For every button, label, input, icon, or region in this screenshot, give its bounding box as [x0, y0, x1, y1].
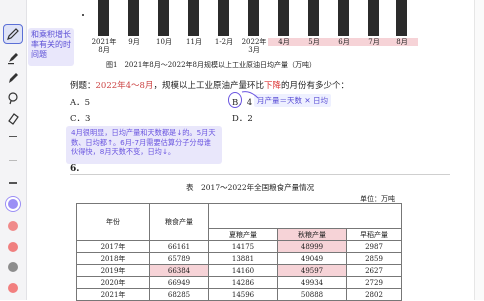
table-cell: 68285: [149, 288, 209, 301]
divider: [70, 174, 450, 175]
x-axis-label: 9月: [128, 38, 140, 46]
table-cell: 2017年: [76, 240, 150, 253]
chart-bar: [188, 0, 199, 36]
table-row: 2017年 66161 14175 48999 2987: [76, 240, 402, 253]
chart-bar: [218, 0, 229, 36]
table-row: 2021年 68285 14596 50888 2802: [76, 288, 402, 301]
annotation-toolbar: [0, 0, 27, 300]
x-axis-label: 5月: [298, 38, 330, 46]
color-swatch-gray[interactable]: [8, 262, 18, 272]
divider: [9, 136, 17, 137]
x-axis-label: 8月: [386, 38, 418, 46]
x-axis-label: 2021年 8月: [91, 38, 117, 54]
scrollbar[interactable]: [474, 0, 484, 300]
x-axis-label: 2022年 3月: [241, 38, 267, 54]
chart-bar: [158, 0, 169, 36]
header-summer: 夏粮产量: [208, 228, 278, 241]
question-prefix: 例题：: [70, 81, 96, 91]
table-cell: 14175: [208, 240, 278, 253]
chart-bar: [396, 0, 407, 36]
axis-tick: [82, 14, 84, 16]
chart-x-axis: 2021年 8月 9月 10月 11月 1-2月 2022年 3月 4月 5月 6月 7月 8月: [86, 38, 418, 58]
chart-bar: [248, 0, 259, 36]
question-text: 例题：2022年4～8月，规模以上工业原油产量环比下降的月份有多少个：: [70, 79, 349, 91]
formula-annotation: 月产量＝天数 ✕ 日均: [254, 94, 332, 107]
bar-chart: [86, 0, 407, 36]
x-axis-label: 4月: [268, 38, 300, 46]
table-cell: 66384: [149, 264, 209, 277]
table-cell: 65789: [149, 252, 209, 265]
table-cell: 2859: [346, 252, 402, 265]
grain-table: 年份 粮食产量 夏粮产量 秋粮产量 早稻产量 2017年 66161 14175 48…: [76, 203, 402, 301]
table-cell: 2018年: [76, 252, 150, 265]
pen-tool-icon[interactable]: [3, 24, 23, 44]
option-a[interactable]: A．5: [70, 96, 90, 108]
section-number: 6.: [70, 164, 80, 174]
eraser-tool-icon[interactable]: [3, 108, 23, 128]
chart-bar: [98, 0, 109, 36]
table-cell: 66161: [149, 240, 209, 253]
table-cell: 49934: [277, 276, 347, 289]
header-group: [208, 203, 402, 229]
table-title: 表 2017～2022年全国粮食产量情况: [186, 183, 315, 192]
chart-bar: [308, 0, 319, 36]
question-highlight: 2022年4～8月: [95, 81, 154, 91]
table-cell: 2987: [346, 240, 402, 253]
handwritten-note: 4月很明显，日均产量和天数都是↓的。5月天数、日均都↑。6月-7月需要估算分子分…: [66, 126, 222, 164]
color-swatch-red[interactable]: [8, 221, 18, 231]
table-cell: 2627: [346, 264, 402, 277]
table-cell: 13881: [208, 252, 278, 265]
table-cell: 50888: [277, 288, 347, 301]
question-suffix: 的月份有多少个：: [281, 81, 350, 91]
table-cell: 2729: [346, 276, 402, 289]
table-cell: 14596: [208, 288, 278, 301]
highlighter-tool-icon[interactable]: [3, 48, 23, 68]
option-d[interactable]: D．2: [232, 112, 253, 124]
chart-bar: [278, 0, 289, 36]
option-c[interactable]: C．3: [70, 112, 90, 124]
table-row: 2019年 66384 14160 49597 2627: [76, 264, 402, 277]
marker-tool-icon[interactable]: [3, 68, 23, 88]
table-cell: 49049: [277, 252, 347, 265]
stroke-thin[interactable]: [9, 160, 17, 161]
question-keyword: 下降: [263, 81, 281, 91]
stroke-medium[interactable]: [9, 182, 17, 184]
table-row: 2020年 66949 14286 49934 2729: [76, 276, 402, 289]
color-swatch-red-2[interactable]: [8, 242, 18, 252]
table-cell: 14160: [208, 264, 278, 277]
header-autumn: 秋粮产量: [277, 228, 347, 241]
lasso-tool-icon[interactable]: [3, 88, 23, 108]
table-cell: 48999: [277, 240, 347, 253]
table-cell: 2021年: [76, 288, 150, 301]
header-year: 年份: [76, 203, 150, 241]
color-swatch-red-3[interactable]: [8, 283, 18, 293]
table-cell: 2020年: [76, 276, 150, 289]
table-row: 2018年 65789 13881 49049 2859: [76, 252, 402, 265]
table-cell: 66949: [149, 276, 209, 289]
table-cell: 2802: [346, 288, 402, 301]
x-axis-label: 1-2月: [214, 38, 234, 46]
chart-caption: 图1 2021年8月～2022年8月规模以上工业原油日均产量（万吨）: [106, 61, 316, 69]
chart-bar: [128, 0, 139, 36]
x-axis-label: 6月: [328, 38, 360, 46]
table-cell: 49597: [277, 264, 347, 277]
chart-bar: [368, 0, 379, 36]
color-swatch-purple[interactable]: [8, 199, 18, 209]
header-grain: 粮食产量: [149, 203, 209, 241]
header-early: 早稻产量: [346, 228, 402, 241]
x-axis-label: 11月: [186, 38, 202, 46]
table-cell: 14286: [208, 276, 278, 289]
tool-tooltip: 和乘积增长率有关的时间题: [28, 28, 74, 66]
table-cell: 2019年: [76, 264, 150, 277]
annotation-arrow: [241, 91, 259, 99]
chart-bar: [338, 0, 349, 36]
x-axis-label: 10月: [156, 38, 172, 46]
